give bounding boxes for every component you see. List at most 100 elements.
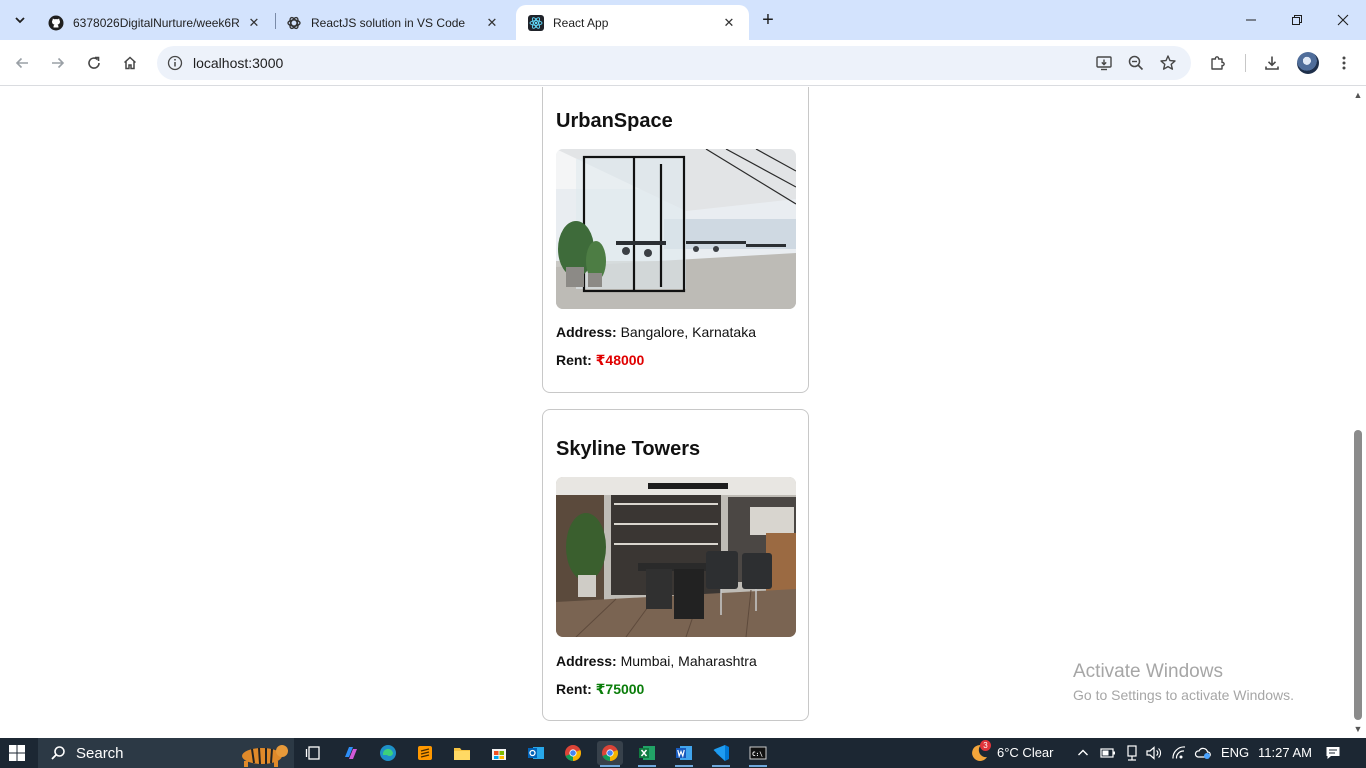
office-card: UrbanSpace Address: Bangalore, Karnataka… bbox=[542, 87, 809, 393]
download-icon bbox=[1265, 56, 1279, 70]
clock-time[interactable]: 11:27 AM bbox=[1258, 745, 1312, 760]
tab-title: React App bbox=[553, 15, 609, 30]
arrow-left-icon bbox=[15, 57, 28, 69]
close-icon[interactable]: ✕ bbox=[721, 15, 737, 31]
office-name: UrbanSpace bbox=[556, 110, 673, 132]
profile-avatar[interactable] bbox=[1297, 52, 1319, 74]
sublime-text-icon[interactable] bbox=[412, 741, 438, 765]
outlook-icon[interactable] bbox=[523, 741, 549, 765]
chrome-active-icon[interactable] bbox=[597, 741, 623, 765]
edge-icon[interactable] bbox=[375, 741, 401, 765]
install-app-icon[interactable] bbox=[1092, 51, 1116, 75]
open-app-indicator bbox=[712, 765, 730, 767]
vscode-icon[interactable] bbox=[708, 741, 734, 765]
office-address: Address: Mumbai, Maharashtra bbox=[556, 653, 795, 669]
new-tab-button[interactable]: + bbox=[756, 8, 780, 32]
restore-button[interactable] bbox=[1274, 0, 1320, 40]
home-icon bbox=[123, 56, 137, 70]
activate-windows-watermark: Activate Windows Go to Settings to activ… bbox=[1073, 661, 1294, 703]
address-label: Address: bbox=[556, 653, 617, 669]
device-icon[interactable] bbox=[1123, 744, 1141, 762]
taskbar-search-box[interactable]: Search bbox=[38, 738, 294, 768]
reload-icon bbox=[88, 56, 100, 69]
chatgpt-icon bbox=[286, 15, 302, 31]
zoom-icon[interactable] bbox=[1124, 51, 1148, 75]
close-icon[interactable]: ✕ bbox=[246, 15, 262, 31]
office-name: Skyline Towers bbox=[556, 438, 701, 460]
file-explorer-icon[interactable] bbox=[449, 741, 475, 765]
task-view-icon[interactable] bbox=[300, 741, 326, 765]
menu-button[interactable] bbox=[1330, 49, 1358, 77]
network-weather-icon[interactable] bbox=[1194, 744, 1212, 762]
minimize-icon bbox=[1246, 19, 1256, 21]
search-icon bbox=[51, 746, 65, 760]
terminal-icon[interactable]: C:\ bbox=[745, 741, 771, 765]
close-window-button[interactable] bbox=[1320, 0, 1366, 40]
rent-value: ₹75000 bbox=[595, 681, 645, 697]
react-icon bbox=[528, 14, 544, 31]
battery-icon[interactable] bbox=[1099, 744, 1117, 762]
extensions-button[interactable] bbox=[1204, 49, 1232, 77]
tab-github[interactable]: 6378026DigitalNurture/week6R ✕ bbox=[36, 5, 274, 40]
bookmark-star-icon[interactable] bbox=[1156, 51, 1180, 75]
home-button[interactable] bbox=[116, 49, 144, 77]
search-label: Search bbox=[76, 744, 124, 762]
chevron-up-icon[interactable] bbox=[1074, 744, 1092, 762]
microsoft-store-icon[interactable] bbox=[486, 741, 512, 765]
forward-button[interactable] bbox=[44, 49, 72, 77]
open-app-indicator bbox=[675, 765, 693, 767]
plus-icon: + bbox=[762, 8, 774, 31]
tab-title: ReactJS solution in VS Code bbox=[311, 15, 466, 30]
tab-react-app[interactable]: React App ✕ bbox=[516, 5, 749, 40]
copilot-icon[interactable] bbox=[338, 741, 364, 765]
open-app-indicator bbox=[638, 765, 656, 767]
scroll-up-icon[interactable]: ▲ bbox=[1353, 90, 1363, 100]
tab-title: 6378026DigitalNurture/week6R bbox=[73, 15, 240, 30]
excel-icon[interactable] bbox=[634, 741, 660, 765]
weather-badge: 3 bbox=[980, 740, 991, 751]
reload-button[interactable] bbox=[80, 49, 108, 77]
svg-text:C:\: C:\ bbox=[752, 751, 763, 758]
watermark-subtitle: Go to Settings to activate Windows. bbox=[1073, 687, 1294, 703]
rent-value: ₹48000 bbox=[595, 352, 645, 368]
wifi-icon[interactable] bbox=[1171, 744, 1189, 762]
url-text: localhost:3000 bbox=[193, 55, 284, 71]
tab-search-button[interactable] bbox=[6, 7, 34, 33]
page-content: UrbanSpace Address: Bangalore, Karnataka… bbox=[0, 87, 1350, 738]
office-image bbox=[556, 149, 796, 309]
language-indicator[interactable]: ENG bbox=[1221, 745, 1249, 760]
address-label: Address: bbox=[556, 324, 617, 340]
address-value: Bangalore, Karnataka bbox=[620, 324, 757, 340]
chrome-icon[interactable] bbox=[560, 741, 586, 765]
address-value: Mumbai, Maharashtra bbox=[620, 653, 757, 669]
back-button[interactable] bbox=[8, 49, 36, 77]
windows-taskbar: Search C:\ 3 6°C Clear ENG 11:27 AM bbox=[0, 738, 1366, 768]
minimize-button[interactable] bbox=[1228, 0, 1274, 40]
address-bar[interactable]: localhost:3000 bbox=[157, 46, 1191, 80]
puzzle-icon bbox=[1211, 56, 1225, 70]
watermark-title: Activate Windows bbox=[1073, 661, 1223, 682]
tab-chatgpt[interactable]: ReactJS solution in VS Code ✕ bbox=[274, 5, 512, 40]
downloads-button[interactable] bbox=[1258, 49, 1286, 77]
browser-tab-strip: 6378026DigitalNurture/week6R ✕ ReactJS s… bbox=[0, 0, 1366, 40]
rent-label: Rent: bbox=[556, 352, 592, 368]
close-icon[interactable]: ✕ bbox=[484, 15, 500, 31]
site-info-icon[interactable] bbox=[165, 53, 185, 73]
open-app-indicator bbox=[749, 765, 767, 767]
office-rent: Rent: ₹75000 bbox=[556, 681, 795, 698]
word-icon[interactable] bbox=[671, 741, 697, 765]
notification-icon[interactable] bbox=[1324, 744, 1342, 762]
restore-icon bbox=[1292, 15, 1302, 25]
volume-icon[interactable] bbox=[1145, 744, 1163, 762]
arrow-right-icon bbox=[52, 57, 65, 69]
tiger-search-highlight-icon bbox=[242, 745, 288, 767]
weather-text[interactable]: 6°C Clear bbox=[997, 745, 1054, 760]
office-rent: Rent: ₹48000 bbox=[556, 352, 795, 369]
rent-label: Rent: bbox=[556, 681, 592, 697]
more-vert-icon bbox=[1342, 56, 1346, 70]
office-image bbox=[556, 477, 796, 637]
scroll-thumb[interactable] bbox=[1354, 430, 1362, 720]
windows-start-icon[interactable] bbox=[8, 744, 28, 762]
vertical-scrollbar[interactable]: ▲ ▼ bbox=[1350, 87, 1366, 738]
scroll-down-icon[interactable]: ▼ bbox=[1353, 724, 1363, 734]
